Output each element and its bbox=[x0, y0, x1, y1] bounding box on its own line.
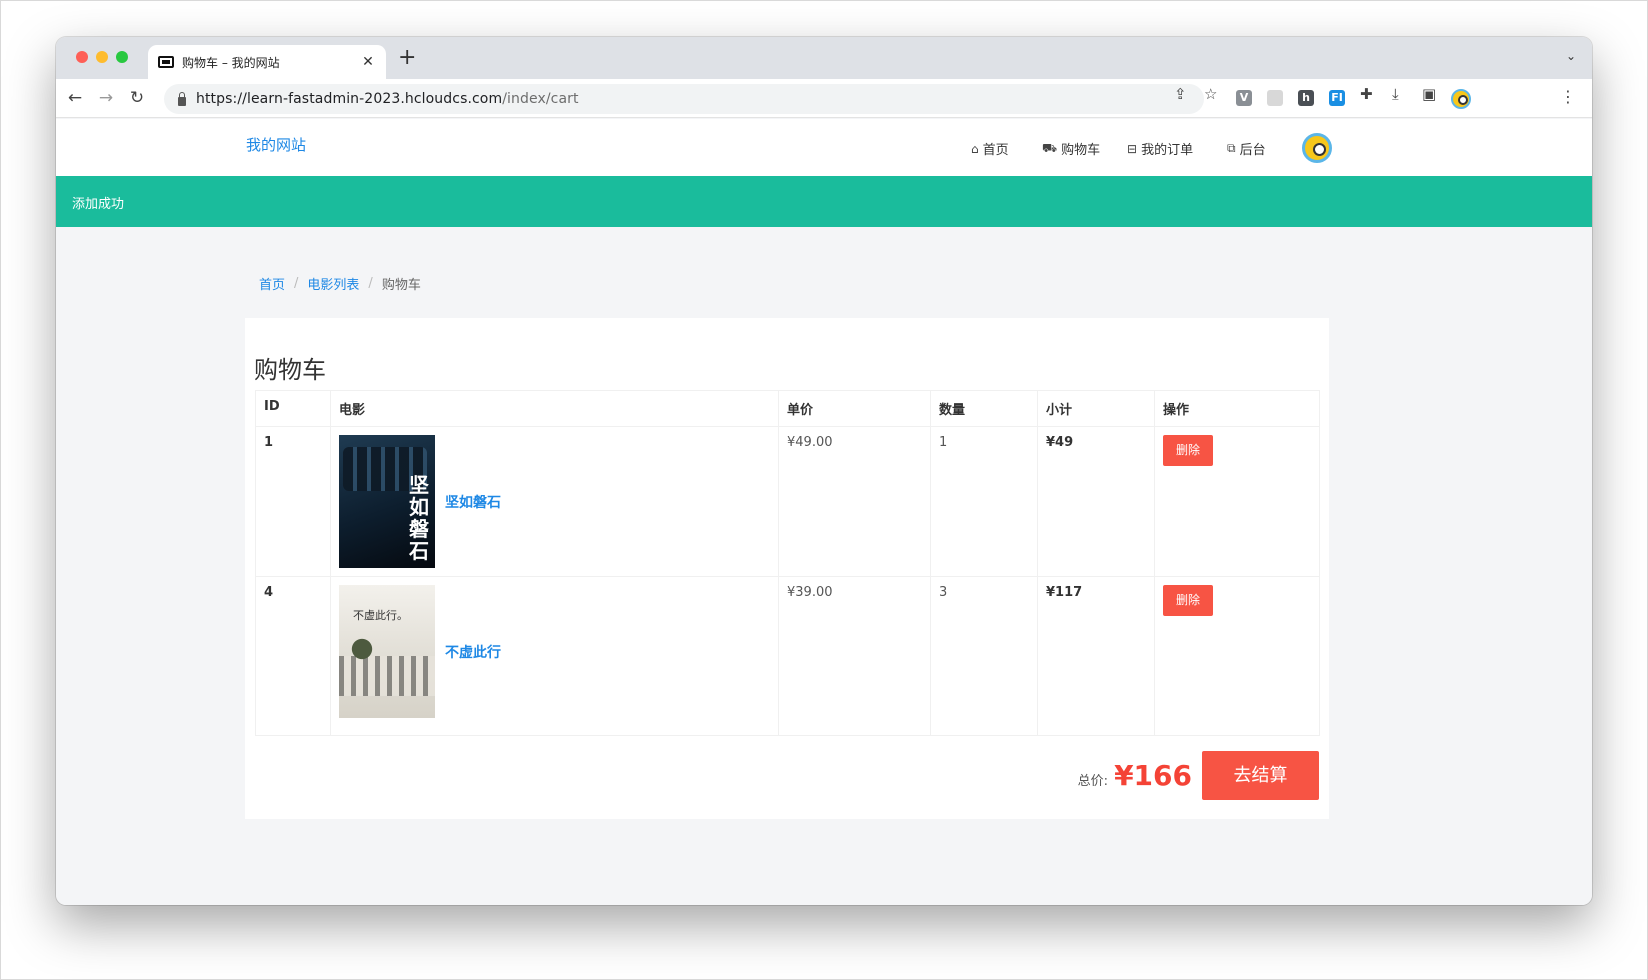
tab-close-icon[interactable]: ✕ bbox=[360, 54, 376, 70]
site-brand-link[interactable]: 我的网站 bbox=[246, 134, 306, 155]
delete-button[interactable]: 删除 bbox=[1163, 585, 1213, 616]
breadcrumb-separator: / bbox=[294, 276, 299, 291]
cell-action: 删除 bbox=[1154, 426, 1320, 577]
column-header-action: 操作 bbox=[1154, 390, 1320, 427]
cell-subtotal: ¥49 bbox=[1037, 426, 1155, 577]
column-header-qty: 数量 bbox=[930, 390, 1038, 427]
table-header-row: ID 电影 单价 数量 小计 操作 bbox=[255, 390, 1320, 427]
nav-item-label: 我的订单 bbox=[1141, 143, 1194, 158]
nav-item-label: 后台 bbox=[1239, 143, 1266, 158]
total-label: 总价: bbox=[1077, 774, 1109, 789]
page-title: 购物车 bbox=[254, 356, 326, 384]
extensions-puzzle-icon[interactable]: ✚ bbox=[1360, 85, 1373, 103]
tab-title: 购物车 – 我的网站 bbox=[182, 55, 280, 70]
flash-success-message: 添加成功 bbox=[56, 176, 1592, 227]
forward-arrow-icon[interactable]: → bbox=[95, 87, 117, 109]
nav-item-cart[interactable]: ⛟ 购物车 bbox=[1042, 139, 1101, 159]
address-bar[interactable]: https://learn-fastadmin-2023.hcloudcs.co… bbox=[164, 84, 1204, 114]
basket-icon: ⊟ bbox=[1127, 141, 1138, 156]
cell-id: 4 bbox=[255, 576, 331, 736]
ticket-favicon-icon bbox=[158, 56, 174, 68]
url-host: https://learn-fastadmin-2023.hcloudcs.co… bbox=[196, 91, 503, 107]
checkout-button[interactable]: 去结算 bbox=[1202, 751, 1319, 800]
nav-item-admin[interactable]: ⧉ 后台 bbox=[1227, 139, 1266, 158]
cell-qty: 3 bbox=[930, 576, 1038, 736]
cell-id: 1 bbox=[255, 426, 331, 577]
movie-title-link[interactable]: 不虚此行 bbox=[445, 645, 501, 661]
cell-price: ¥49.00 bbox=[778, 426, 931, 577]
breadcrumb-current: 购物车 bbox=[381, 278, 421, 293]
site-navbar: 我的网站 ⌂ 首页 ⛟ 购物车 ⊟ 我的订单 ⧉ 后台 bbox=[56, 119, 1592, 176]
nav-item-label: 购物车 bbox=[1061, 143, 1101, 158]
extension-h-icon[interactable]: h bbox=[1298, 90, 1314, 106]
table-row: 1 坚如磐石 坚如磐石 ¥49.00 1 ¥49 删除 bbox=[255, 426, 1320, 577]
maximize-window-button[interactable] bbox=[116, 51, 128, 63]
url-path: /index/cart bbox=[502, 91, 579, 107]
nav-item-label: 首页 bbox=[982, 143, 1009, 158]
column-header-movie: 电影 bbox=[330, 390, 779, 427]
nav-item-home[interactable]: ⌂ 首页 bbox=[971, 139, 1009, 159]
url-text: https://learn-fastadmin-2023.hcloudcs.co… bbox=[196, 91, 579, 107]
movie-title-link[interactable]: 坚如磐石 bbox=[445, 495, 501, 511]
cell-price: ¥39.00 bbox=[778, 576, 931, 736]
tab-search-chevron-icon[interactable]: ⌄ bbox=[1566, 49, 1576, 63]
tab-strip: 购物车 – 我的网站 ✕ + ⌄ bbox=[56, 37, 1592, 79]
user-avatar[interactable] bbox=[1302, 133, 1332, 163]
vue-devtools-icon[interactable]: V bbox=[1236, 90, 1252, 106]
breadcrumb: 首页 / 电影列表 / 购物车 bbox=[259, 274, 421, 293]
column-header-price: 单价 bbox=[778, 390, 931, 427]
page-content: 我的网站 ⌂ 首页 ⛟ 购物车 ⊟ 我的订单 ⧉ 后台 添加成功 首页 / 电影… bbox=[56, 119, 1592, 905]
cell-subtotal: ¥117 bbox=[1037, 576, 1155, 736]
extension-fi-icon[interactable]: FI bbox=[1329, 90, 1345, 106]
extension-grid-icon[interactable] bbox=[1267, 90, 1283, 106]
cart-summary: 总价: ¥166 去结算 bbox=[1078, 751, 1319, 800]
back-arrow-icon[interactable]: ← bbox=[64, 87, 86, 109]
breadcrumb-movie-list[interactable]: 电影列表 bbox=[307, 274, 359, 293]
cell-action: 删除 bbox=[1154, 576, 1320, 736]
close-window-button[interactable] bbox=[76, 51, 88, 63]
star-icon[interactable]: ☆ bbox=[1204, 85, 1217, 103]
cell-movie: 坚如磐石 坚如磐石 bbox=[330, 426, 779, 577]
minimize-window-button[interactable] bbox=[96, 51, 108, 63]
reload-icon[interactable]: ↻ bbox=[126, 87, 148, 109]
total-value: ¥166 bbox=[1114, 759, 1192, 792]
poster-title-text: 坚如磐石 bbox=[409, 473, 429, 563]
share-icon[interactable]: ⇪ bbox=[1174, 85, 1187, 103]
cart-icon: ⛟ bbox=[1042, 140, 1058, 155]
delete-button[interactable]: 删除 bbox=[1163, 435, 1213, 466]
poster-title-text: 不虚此行。 bbox=[353, 609, 408, 622]
lock-icon[interactable] bbox=[178, 91, 186, 106]
cell-movie: 不虚此行。 不虚此行 bbox=[330, 576, 779, 736]
movie-poster-image[interactable]: 坚如磐石 bbox=[339, 435, 435, 568]
new-tab-icon[interactable]: + bbox=[398, 46, 416, 70]
browser-toolbar: ← → ↻ https://learn-fastadmin-2023.hclou… bbox=[56, 79, 1592, 118]
kebab-menu-icon[interactable]: ⋮ bbox=[1560, 87, 1576, 106]
browser-window: 购物车 – 我的网站 ✕ + ⌄ ← → ↻ https://learn-fas… bbox=[56, 37, 1592, 905]
column-header-id: ID bbox=[255, 390, 331, 427]
sidebar-icon[interactable]: ▣ bbox=[1422, 85, 1436, 103]
cart-panel: 购物车 ID 电影 单价 数量 小计 操作 1 坚如磐石 坚如磐石 ¥49.00… bbox=[245, 318, 1329, 819]
download-icon[interactable]: ⤓ bbox=[1392, 85, 1399, 103]
cell-qty: 1 bbox=[930, 426, 1038, 577]
nav-item-orders[interactable]: ⊟ 我的订单 bbox=[1127, 139, 1194, 159]
column-header-subtotal: 小计 bbox=[1037, 390, 1155, 427]
table-row: 4 不虚此行。 不虚此行 ¥39.00 3 ¥117 删除 bbox=[255, 576, 1320, 736]
breadcrumb-home[interactable]: 首页 bbox=[259, 274, 285, 293]
breadcrumb-separator: / bbox=[368, 276, 373, 291]
profile-icon[interactable] bbox=[1451, 89, 1471, 109]
browser-tab-active[interactable]: 购物车 – 我的网站 ✕ bbox=[148, 45, 386, 79]
cart-table: ID 电影 单价 数量 小计 操作 1 坚如磐石 坚如磐石 ¥49.00 1 ¥… bbox=[255, 390, 1320, 736]
home-icon: ⌂ bbox=[971, 141, 979, 156]
movie-poster-image[interactable]: 不虚此行。 bbox=[339, 585, 435, 718]
external-link-icon: ⧉ bbox=[1227, 141, 1236, 155]
